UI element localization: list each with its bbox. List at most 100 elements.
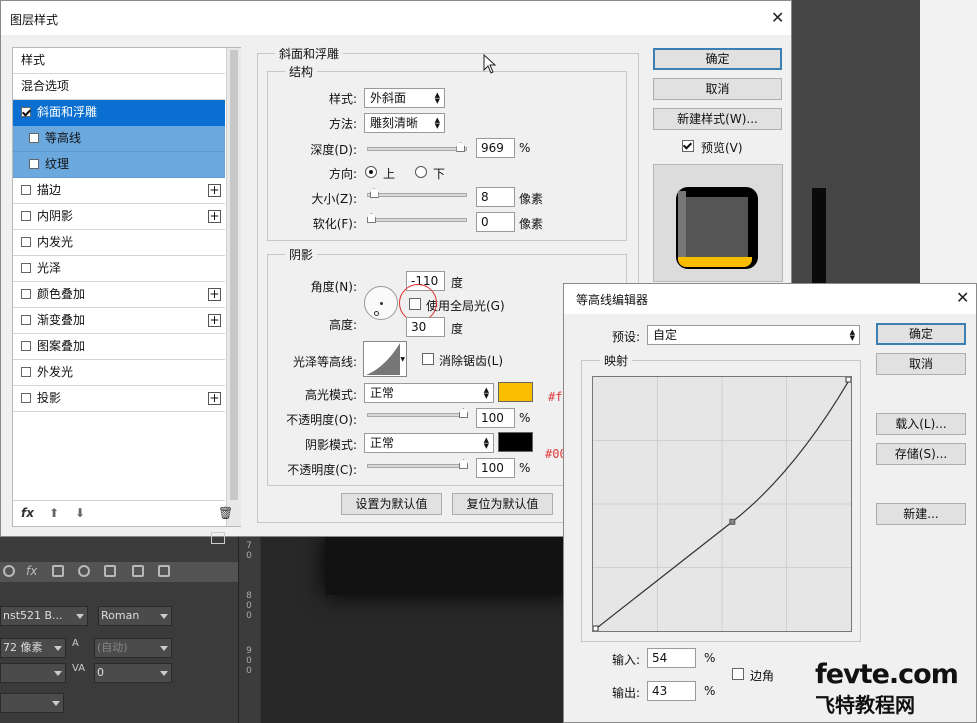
contour-new-button[interactable]: 新建...	[876, 503, 966, 525]
adjustment-icon[interactable]	[78, 565, 90, 577]
style-list-item[interactable]: 等高线	[13, 126, 225, 152]
contour-load-button[interactable]: 载入(L)...	[876, 413, 966, 435]
contour-titlebar: 等高线编辑器 ✕	[564, 284, 976, 314]
kerning-select[interactable]	[0, 663, 66, 683]
style-item-checkbox[interactable]	[21, 314, 31, 325]
style-list-item[interactable]: 内阴影 +	[13, 204, 225, 230]
direction-down-radio[interactable]	[415, 166, 427, 178]
new-layer-icon[interactable]	[132, 565, 144, 577]
style-list-scrollbar[interactable]	[226, 48, 241, 526]
fx-icon[interactable]: fx	[21, 506, 34, 520]
size-input[interactable]: 8	[476, 187, 515, 207]
move-up-icon[interactable]: ⬆	[49, 506, 59, 520]
corner-checkbox[interactable]	[732, 668, 744, 680]
style-item-label: 等高线	[45, 131, 82, 145]
size-slider[interactable]	[367, 188, 467, 198]
preset-select[interactable]: 自定 ▲ ▼	[647, 325, 860, 345]
altitude-input[interactable]: 30	[406, 317, 445, 337]
style-list-item[interactable]: 描边 +	[13, 178, 225, 204]
preview-checkbox[interactable]	[682, 140, 694, 152]
contour-ok-button[interactable]: 确定	[876, 323, 966, 345]
highlight-color-swatch[interactable]	[498, 382, 533, 402]
style-item-label: 纹理	[45, 157, 70, 171]
reset-default-button[interactable]: 复位为默认值	[452, 493, 553, 515]
style-list-item[interactable]: 投影 +	[13, 386, 225, 412]
shadow-opacity-slider[interactable]	[367, 459, 468, 469]
add-effect-icon[interactable]: +	[208, 288, 221, 301]
style-list-item[interactable]: 光泽	[13, 256, 225, 282]
style-list-item[interactable]: 纹理	[13, 152, 225, 178]
scale-select[interactable]	[0, 693, 64, 713]
add-effect-icon[interactable]: +	[208, 314, 221, 327]
highlight-opacity-input[interactable]: 100	[476, 408, 515, 428]
style-item-checkbox[interactable]	[21, 392, 31, 403]
cancel-button[interactable]: 取消	[653, 78, 782, 100]
new-style-button[interactable]: 新建样式(W)...	[653, 108, 782, 130]
bevel-style-select[interactable]: 外斜面 ▲ ▼	[364, 88, 445, 108]
font-family-select[interactable]: nst521 B...	[0, 606, 88, 626]
workspace-right-area	[792, 0, 977, 285]
shadow-mode-select[interactable]: 正常 ▲ ▼	[364, 433, 494, 453]
folder-icon[interactable]	[104, 565, 116, 577]
link-icon[interactable]	[3, 565, 15, 577]
gloss-contour-picker[interactable]: ▼	[363, 341, 407, 377]
style-list-item[interactable]: 图案叠加	[13, 334, 225, 360]
style-list-item[interactable]: 混合选项	[13, 74, 225, 100]
font-style-select[interactable]: Roman	[98, 606, 172, 626]
style-item-label: 光泽	[37, 261, 62, 275]
technique-select[interactable]: 雕刻清晰 ▲ ▼	[364, 113, 445, 133]
contour-cancel-button[interactable]: 取消	[876, 353, 966, 375]
panel-toggle-icon[interactable]	[211, 532, 225, 544]
highlight-opacity-slider[interactable]	[367, 408, 468, 418]
style-item-checkbox[interactable]	[21, 210, 31, 221]
tracking-select[interactable]: 0	[94, 663, 172, 683]
canvas-artwork	[325, 535, 571, 595]
contour-graph[interactable]	[592, 376, 852, 632]
style-list-item[interactable]: 外发光	[13, 360, 225, 386]
font-size-select[interactable]: 72 像素	[0, 638, 66, 658]
direction-up-radio[interactable]	[365, 166, 377, 178]
style-item-checkbox[interactable]	[21, 184, 31, 195]
antialias-checkbox[interactable]	[422, 353, 434, 365]
style-item-checkbox[interactable]	[21, 236, 31, 247]
move-down-icon[interactable]: ⬇	[75, 506, 85, 520]
close-icon[interactable]: ✕	[771, 10, 784, 26]
highlight-mode-select[interactable]: 正常 ▲ ▼	[364, 383, 494, 403]
style-item-checkbox[interactable]	[29, 132, 39, 143]
style-list-item[interactable]: 渐变叠加 +	[13, 308, 225, 334]
style-list-item[interactable]: 斜面和浮雕	[13, 100, 225, 126]
soften-input[interactable]: 0	[476, 212, 515, 232]
style-list-item[interactable]: 内发光	[13, 230, 225, 256]
shadow-color-swatch[interactable]	[498, 432, 533, 452]
ok-button[interactable]: 确定	[653, 48, 782, 70]
style-item-checkbox[interactable]	[21, 106, 31, 117]
style-item-label: 样式	[21, 53, 46, 67]
shadow-opacity-input[interactable]: 100	[476, 458, 515, 478]
size-label: 大小(Z):	[311, 192, 357, 206]
fx-icon[interactable]: fx	[26, 564, 38, 578]
contour-save-button[interactable]: 存储(S)...	[876, 443, 966, 465]
mask-icon[interactable]	[52, 565, 64, 577]
depth-slider[interactable]	[367, 142, 467, 152]
style-item-checkbox[interactable]	[29, 158, 39, 169]
leading-select[interactable]: (自动)	[94, 638, 172, 658]
output-value-field[interactable]: 43	[647, 681, 696, 701]
trash-icon[interactable]	[158, 565, 170, 577]
style-list-item[interactable]: 颜色叠加 +	[13, 282, 225, 308]
add-effect-icon[interactable]: +	[208, 392, 221, 405]
style-item-checkbox[interactable]	[21, 366, 31, 377]
soften-slider[interactable]	[367, 213, 467, 223]
make-default-button[interactable]: 设置为默认值	[341, 493, 442, 515]
style-item-checkbox[interactable]	[21, 262, 31, 273]
contour-close-icon[interactable]: ✕	[956, 290, 969, 306]
style-item-checkbox[interactable]	[21, 340, 31, 351]
depth-input[interactable]: 969	[476, 138, 515, 158]
style-list-item[interactable]: 样式	[13, 48, 225, 74]
input-value-field[interactable]: 54	[647, 648, 696, 668]
style-item-checkbox[interactable]	[21, 288, 31, 299]
add-effect-icon[interactable]: +	[208, 184, 221, 197]
output-label: 输出:	[611, 686, 640, 700]
trash-icon[interactable]: 🗑	[218, 506, 233, 520]
angle-dial[interactable]	[364, 286, 398, 320]
add-effect-icon[interactable]: +	[208, 210, 221, 223]
